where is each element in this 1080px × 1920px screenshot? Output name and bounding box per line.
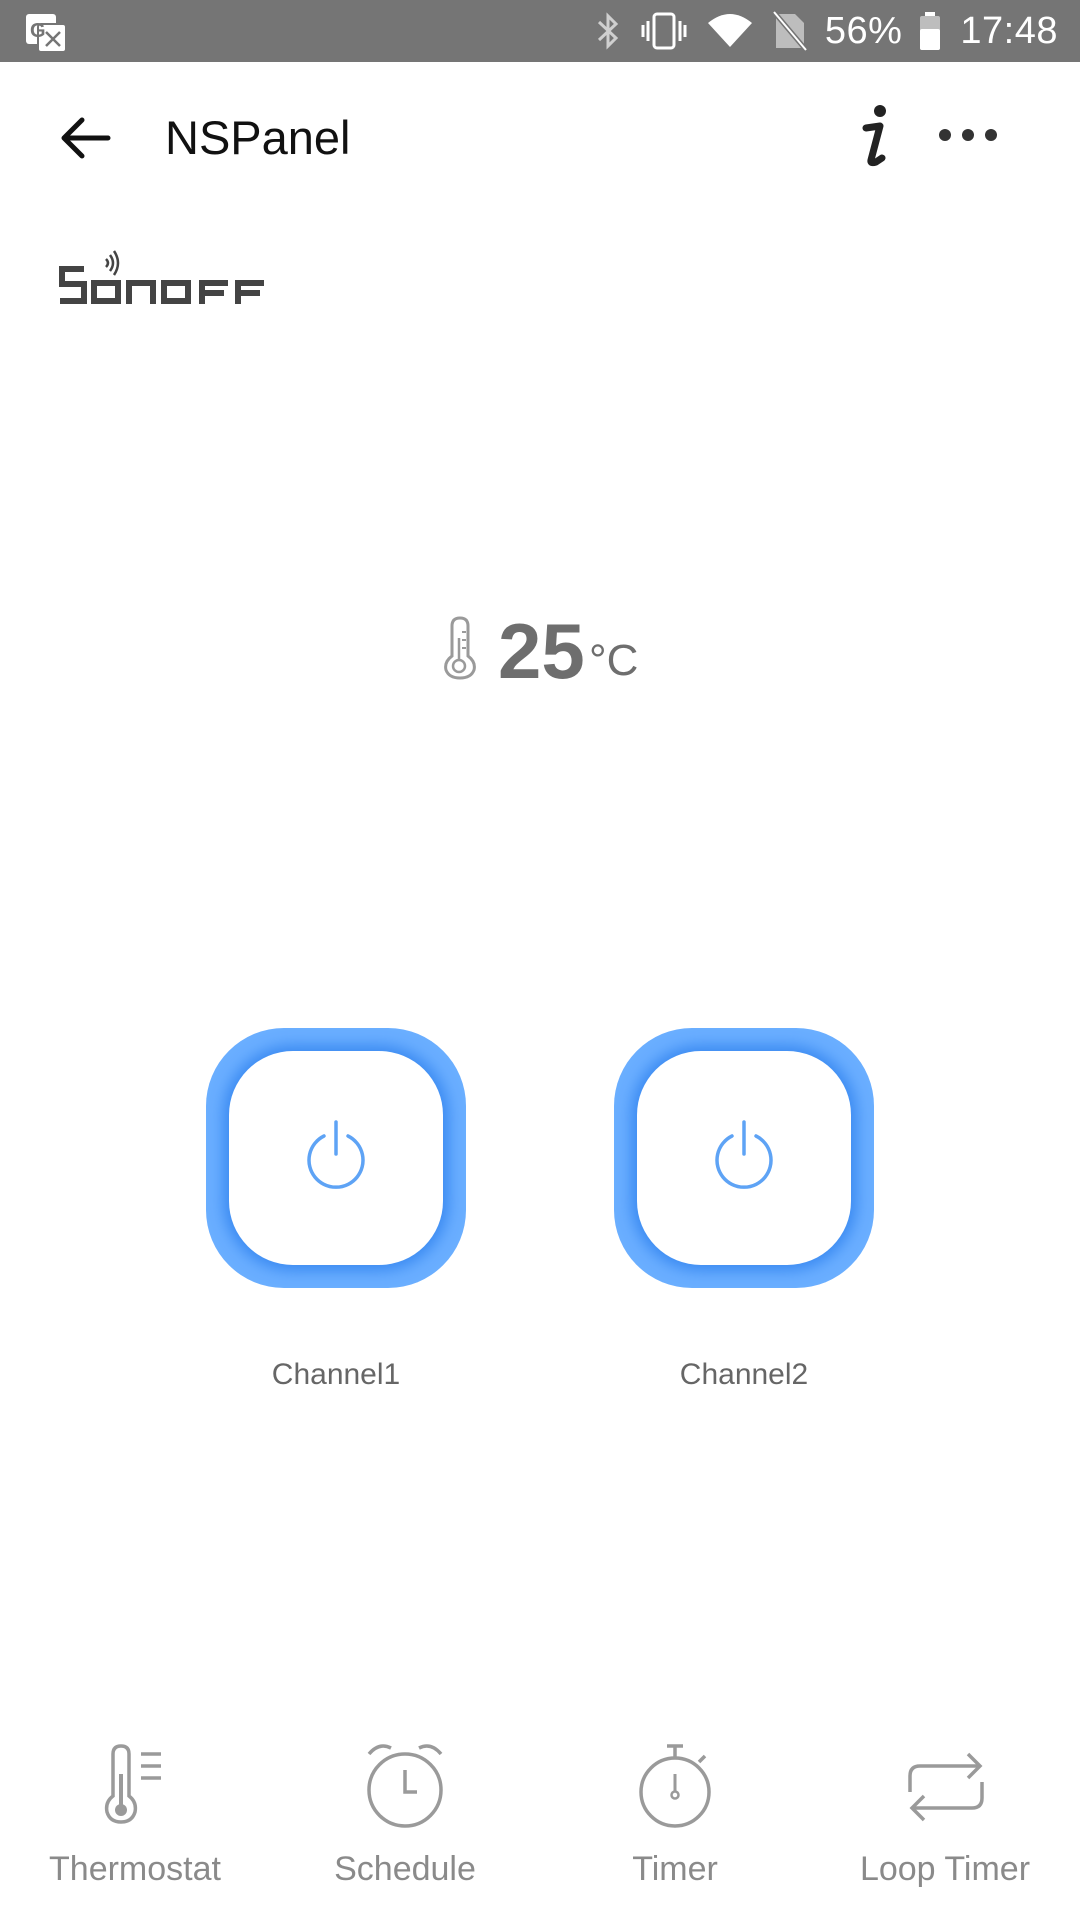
translate-icon: G [26,14,67,53]
stopwatch-icon [639,1744,711,1828]
nav-timer[interactable]: Timer [540,1730,810,1900]
thermostat-icon [104,1744,161,1824]
more-options-button[interactable] [936,120,1000,150]
battery-icon [920,12,941,50]
status-bar: G 56% 17:48 [0,0,1080,62]
temperature-readout: 25 °C [438,600,698,695]
nav-thermostat-label: Thermostat [49,1850,221,1888]
repeat-icon [908,1752,984,1822]
nav-schedule-label: Schedule [334,1850,476,1888]
channel2-label: Channel2 [679,1358,809,1391]
nav-schedule[interactable]: Schedule [270,1730,540,1900]
app-header: NSPanel [0,62,1080,212]
channel2-power-button[interactable] [614,1028,874,1288]
vibrate-icon [641,12,687,50]
nav-thermostat[interactable]: Thermostat [0,1730,270,1900]
status-icons: 56% 17:48 [575,0,1058,62]
wifi-icon [707,14,752,47]
page-title: NSPanel [165,111,351,164]
more-horizontal-icon [939,129,997,141]
no-sim-icon [772,11,807,51]
channel1-power-button[interactable] [206,1028,466,1288]
bluetooth-icon [597,12,618,50]
back-button[interactable] [58,108,126,168]
nav-loop-timer[interactable]: Loop Timer [810,1730,1080,1900]
nav-timer-label: Timer [632,1850,718,1888]
svg-text:G: G [30,20,46,42]
screen: G 56% 17:48 NSPanel 25 °C Channel1 Chann… [0,0,1080,1920]
temperature-unit: °C [589,636,639,685]
power-icon [307,1120,365,1189]
battery-percent: 56% [824,9,903,52]
sonoff-logo [58,245,268,315]
arrow-left-icon [61,117,111,159]
temperature-value: 25 [498,607,585,695]
alarm-clock-icon [367,1744,443,1828]
thermometer-icon [444,616,476,680]
info-button[interactable] [852,102,896,170]
clock-time: 17:48 [960,9,1058,52]
power-icon [715,1120,773,1189]
channel1-label: Channel1 [271,1358,401,1391]
nav-loop-timer-label: Loop Timer [859,1850,1031,1888]
info-icon [862,105,886,167]
